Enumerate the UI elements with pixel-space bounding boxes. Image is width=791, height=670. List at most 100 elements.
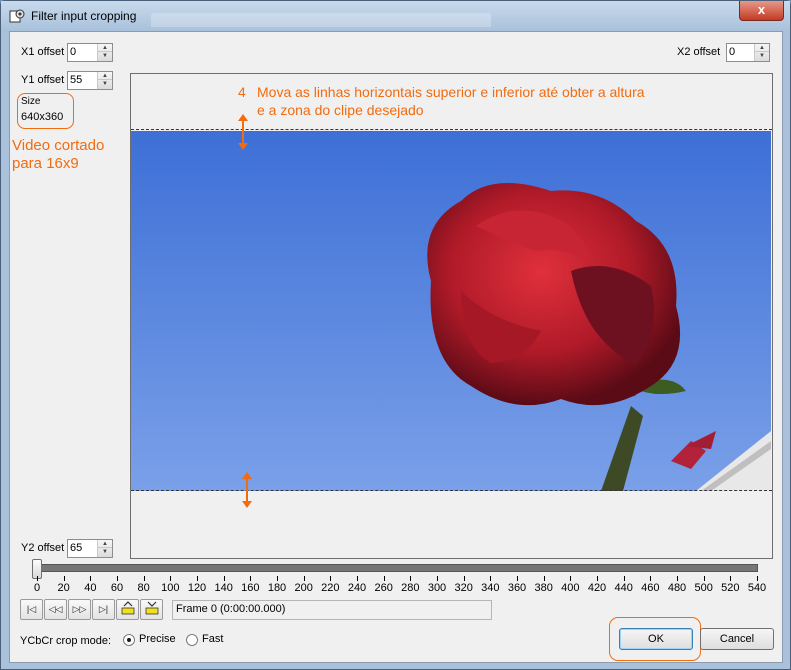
timeline-tick (543, 576, 545, 581)
timeline-tick (517, 576, 518, 581)
y1-offset-value[interactable]: 55 (70, 74, 82, 86)
close-button[interactable]: x (739, 1, 784, 21)
timeline-tick (303, 576, 305, 581)
next-keyframe-button[interactable] (140, 599, 163, 620)
filter-input-cropping-dialog: Filter input cropping x X1 offset 0 ▲ ▼ X… (0, 0, 791, 670)
timeline-slider[interactable] (34, 564, 758, 572)
timeline-tick-label: 160 (241, 582, 260, 594)
spin-up-icon[interactable]: ▲ (98, 44, 112, 52)
timeline-tick (330, 576, 332, 581)
timeline-tick (197, 576, 198, 581)
spin-down-icon[interactable]: ▼ (98, 548, 112, 556)
step4-number: 4 (238, 84, 246, 100)
prev-keyframe-button[interactable] (116, 599, 139, 620)
timeline-tick-label: 280 (401, 582, 420, 594)
fast-radio[interactable] (186, 634, 198, 646)
timeline-tick (250, 576, 252, 581)
timeline-tick-label: 480 (667, 582, 687, 594)
timeline-tick-label: 440 (614, 582, 633, 594)
timeline-tick-label: 80 (137, 582, 150, 594)
timeline-tick-label: 400 (561, 582, 580, 594)
timeline-tick (650, 576, 652, 581)
up-down-arrow-icon (242, 472, 252, 508)
timeline-tick-label: 320 (454, 582, 473, 594)
timeline-tick-label: 260 (374, 582, 393, 594)
spin-down-icon[interactable]: ▼ (98, 80, 112, 88)
timeline-tick (757, 576, 758, 581)
timeline-tick-label: 240 (347, 582, 367, 594)
cancel-button[interactable]: Cancel (700, 628, 774, 650)
timeline-tick (357, 576, 358, 581)
ok-button[interactable]: OK (619, 628, 693, 650)
y1-offset-spinner[interactable]: 55 ▲ ▼ (67, 71, 113, 90)
timeline-tick (437, 576, 438, 581)
timeline-tick (90, 576, 92, 581)
skip-start-icon: |◁ (26, 604, 37, 614)
step-back-button[interactable]: ◁◁ (44, 599, 67, 620)
background-window-shadow (151, 13, 491, 27)
title-bar[interactable]: Filter input cropping x (1, 1, 790, 31)
step-forward-button[interactable]: ▷▷ (68, 599, 91, 620)
timeline-tick (623, 576, 625, 581)
timeline-tick-label: 40 (84, 582, 97, 594)
rose-photo (131, 131, 771, 491)
timeline-tick-label: 460 (641, 582, 660, 594)
timeline-tick-label: 220 (321, 582, 340, 594)
timeline-tick-label: 200 (294, 582, 313, 594)
timeline-tick-label: 360 (507, 582, 527, 594)
step-forward-icon: ▷▷ (72, 604, 87, 614)
x2-offset-spinner[interactable]: 0 ▲ ▼ (726, 43, 770, 62)
crop-preview[interactable]: 4 Mova as linhas horizontais superior e … (130, 73, 773, 559)
timeline-tick (463, 576, 465, 581)
size-highlight-circle (17, 93, 74, 129)
timeline-tick (490, 576, 492, 581)
spin-up-icon[interactable]: ▲ (755, 44, 769, 52)
bottom-crop-line[interactable] (131, 490, 772, 491)
timeline-tick-label: 20 (57, 582, 70, 594)
timeline-tick (383, 576, 385, 581)
timeline-tick (730, 576, 732, 581)
spin-down-icon[interactable]: ▼ (98, 52, 112, 60)
precise-radio[interactable] (123, 634, 135, 646)
timeline-tick-label: 100 (161, 582, 180, 594)
timeline-tick-label: 420 (587, 582, 607, 594)
timeline-tick (277, 576, 278, 581)
timeline-tick (703, 576, 705, 581)
timeline-tick-label: 120 (187, 582, 207, 594)
spin-up-icon[interactable]: ▲ (98, 72, 112, 80)
timeline-tick (677, 576, 678, 581)
go-start-button[interactable]: |◁ (20, 599, 43, 620)
spin-up-icon[interactable]: ▲ (98, 540, 112, 548)
timeline-tick (143, 576, 145, 581)
cropped-note-line2: para 16x9 (12, 155, 79, 172)
precise-radio-label[interactable]: Precise (139, 633, 176, 645)
y2-offset-spinner[interactable]: 65 ▲ ▼ (67, 539, 113, 558)
timeline-tick (170, 576, 172, 581)
window-title: Filter input cropping (31, 9, 137, 23)
key-forward-icon (145, 601, 158, 615)
timeline-tick-label: 0 (33, 582, 41, 594)
timeline-tick (63, 576, 65, 581)
y2-offset-value[interactable]: 65 (70, 542, 82, 554)
video-frame-image (131, 131, 771, 491)
fast-radio-label[interactable]: Fast (202, 633, 223, 645)
x2-offset-value[interactable]: 0 (729, 46, 735, 58)
go-end-button[interactable]: ▷| (92, 599, 115, 620)
x1-offset-value[interactable]: 0 (70, 46, 76, 58)
timeline-tick (37, 576, 38, 581)
timeline-tick-label: 540 (747, 582, 767, 594)
top-crop-line[interactable] (131, 129, 772, 130)
x1-offset-label: X1 offset (21, 46, 65, 58)
crop-mode-label: YCbCr crop mode: (20, 635, 112, 647)
timeline-tick-label: 340 (481, 582, 500, 594)
timeline-tick-label: 60 (110, 582, 124, 594)
timeline-tick-label: 380 (534, 582, 553, 594)
cropped-note-line1: Video cortado (12, 137, 105, 154)
filter-app-icon (9, 9, 25, 23)
x2-offset-label: X2 offset (677, 46, 721, 58)
x1-offset-spinner[interactable]: 0 ▲ ▼ (67, 43, 113, 62)
timeline-tick-label: 500 (694, 582, 713, 594)
timeline-tick (223, 576, 225, 581)
key-back-icon (121, 601, 134, 615)
spin-down-icon[interactable]: ▼ (755, 52, 769, 60)
